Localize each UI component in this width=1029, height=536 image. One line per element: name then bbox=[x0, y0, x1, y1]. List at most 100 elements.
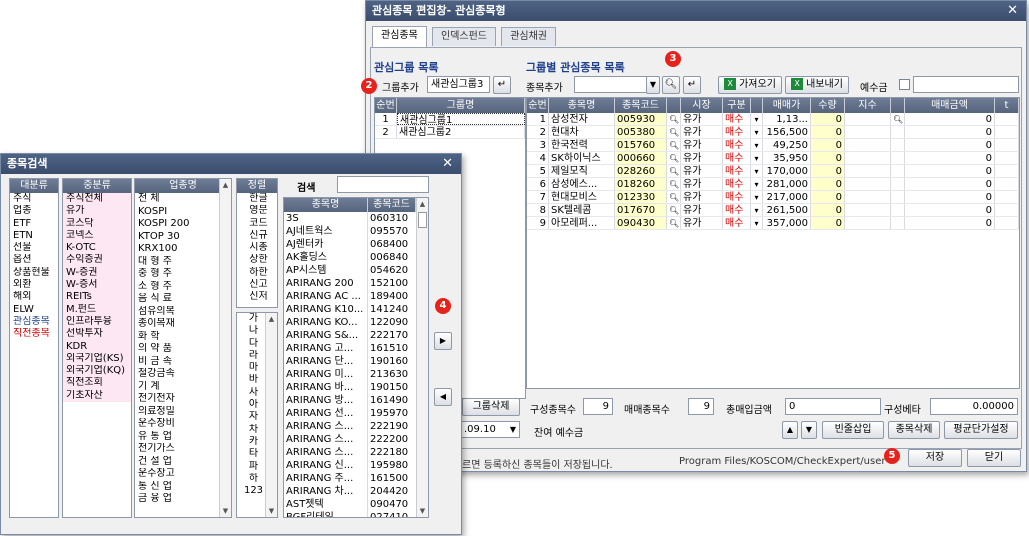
list-item[interactable]: 주식전체 bbox=[63, 193, 131, 206]
search-icon[interactable]: 🔍︎ bbox=[667, 152, 681, 164]
table-row[interactable]: ARIRANG 미... 213630 bbox=[284, 368, 428, 381]
chevron-down-icon[interactable]: ▾ bbox=[751, 139, 763, 151]
add-to-group-button[interactable]: ▶ bbox=[434, 332, 452, 350]
list-item[interactable]: 전기전자 bbox=[135, 393, 220, 406]
search-icon[interactable]: 🔍︎ bbox=[667, 217, 681, 229]
stock-index[interactable] bbox=[845, 178, 891, 190]
search-icon[interactable]: 🔍︎ bbox=[667, 165, 681, 177]
stock-search-button[interactable]: 🔍︎ bbox=[662, 76, 680, 94]
stock-dropdown-button[interactable]: ▼ bbox=[646, 76, 660, 94]
list-item[interactable]: 영문 bbox=[237, 205, 277, 217]
list-item[interactable]: 코드 bbox=[237, 218, 277, 230]
list-item[interactable]: 나 bbox=[237, 325, 267, 337]
list-item[interactable]: 기 계 bbox=[135, 381, 220, 394]
list-item[interactable]: 화 학 bbox=[135, 331, 220, 344]
result-scrollbar[interactable]: ▲ ▼ bbox=[416, 198, 428, 517]
table-row[interactable]: ARIRANG 방... 161490 bbox=[284, 394, 428, 407]
stock-index[interactable] bbox=[845, 113, 891, 125]
stock-code[interactable]: 005380 bbox=[615, 126, 667, 138]
close-icon[interactable]: ✕ bbox=[442, 154, 453, 174]
blank-insert-button[interactable]: 빈줄삽입 bbox=[822, 421, 884, 439]
search-icon[interactable]: 🔍︎ bbox=[667, 113, 681, 125]
list-item[interactable]: 타 bbox=[237, 448, 267, 460]
list-item[interactable]: 주식 bbox=[10, 193, 58, 205]
chevron-down-icon[interactable]: ▾ bbox=[751, 165, 763, 177]
list-item[interactable]: 하 bbox=[237, 473, 267, 485]
tab-bond[interactable]: 관심채권 bbox=[501, 27, 556, 46]
export-button[interactable]: X 내보내기 bbox=[785, 76, 849, 94]
chevron-down-icon[interactable]: ▾ bbox=[751, 113, 763, 125]
list-item[interactable]: 인프라투융 bbox=[63, 315, 131, 329]
search-icon[interactable] bbox=[891, 217, 905, 229]
list-item[interactable]: 의료정밀 bbox=[135, 406, 220, 419]
list-item[interactable]: 선물 bbox=[10, 242, 58, 254]
stock-code[interactable]: 018260 bbox=[615, 178, 667, 190]
list-item[interactable]: 아 bbox=[237, 399, 267, 411]
chevron-down-icon[interactable]: ▾ bbox=[751, 217, 763, 229]
deposit-checkbox[interactable] bbox=[899, 79, 910, 90]
kana-scrollbar[interactable]: ▲ ▼ bbox=[265, 313, 277, 517]
table-row[interactable]: ARIRANG 주... 161500 bbox=[284, 472, 428, 485]
stock-price[interactable]: 261,500 bbox=[763, 204, 811, 216]
table-row[interactable]: ARIRANG 스... 222180 bbox=[284, 446, 428, 459]
table-row[interactable]: ARIRANG AC ... 189400 bbox=[284, 290, 428, 303]
stock-code[interactable]: 017670 bbox=[615, 204, 667, 216]
date-select[interactable]: .09.10 ▼ bbox=[460, 421, 520, 438]
stock-type[interactable]: 매수 bbox=[723, 165, 751, 177]
table-row[interactable]: ARIRANG 바... 190150 bbox=[284, 381, 428, 394]
list-item[interactable]: 하한 bbox=[237, 267, 277, 279]
stock-qty[interactable]: 0 bbox=[811, 126, 845, 138]
chevron-down-icon[interactable]: ▾ bbox=[751, 178, 763, 190]
search-icon[interactable] bbox=[891, 139, 905, 151]
avg-price-button[interactable]: 평균단가설정 bbox=[944, 421, 1018, 439]
list-item[interactable]: ETF bbox=[10, 218, 58, 230]
list-item[interactable]: 외국기업(KS) bbox=[63, 352, 131, 366]
save-button[interactable]: 저장 bbox=[908, 449, 962, 467]
enter-button[interactable]: ↵ bbox=[493, 76, 511, 94]
list-item[interactable]: 종이목재 bbox=[135, 318, 220, 331]
list-item[interactable]: 운수장비 bbox=[135, 418, 220, 431]
table-row[interactable]: 7 현대모비스 012330 🔍︎ 유가 매수 ▾ 217,000 0 0 bbox=[527, 191, 1019, 204]
stock-type[interactable]: 매수 bbox=[723, 191, 751, 203]
table-row[interactable]: ARIRANG 고... 161510 bbox=[284, 342, 428, 355]
stock-index[interactable] bbox=[845, 217, 891, 229]
chevron-down-icon[interactable]: ▾ bbox=[751, 152, 763, 164]
table-row[interactable]: 9 아모레퍼... 090430 🔍︎ 유가 매수 ▾ 357,000 0 0 bbox=[527, 217, 1019, 230]
list-item[interactable]: ETN bbox=[10, 230, 58, 242]
table-row[interactable]: AP시스템 054620 bbox=[284, 264, 428, 277]
stock-price[interactable]: 170,000 bbox=[763, 165, 811, 177]
stock-price[interactable]: 281,000 bbox=[763, 178, 811, 190]
stock-delete-button[interactable]: 종목삭제 bbox=[888, 421, 940, 439]
list-item[interactable]: W-증권 bbox=[63, 266, 131, 280]
stock-index[interactable] bbox=[845, 191, 891, 203]
list-item[interactable]: 자 bbox=[237, 411, 267, 423]
stock-code[interactable]: 028260 bbox=[615, 165, 667, 177]
search-icon[interactable] bbox=[891, 126, 905, 138]
list-item[interactable]: 신고 bbox=[237, 279, 277, 291]
table-row[interactable]: BGF리테일 027410 bbox=[284, 511, 428, 517]
list-item[interactable]: 파 bbox=[237, 461, 267, 473]
table-row[interactable]: 4 SK하이닉스 000660 🔍︎ 유가 매수 ▾ 35,950 0 0 bbox=[527, 152, 1019, 165]
list-item[interactable]: 유 통 업 bbox=[135, 431, 220, 444]
stock-qty[interactable]: 0 bbox=[811, 204, 845, 216]
list-item[interactable]: 업종 bbox=[10, 205, 58, 217]
table-row[interactable]: AJ렌터카 068400 bbox=[284, 238, 428, 251]
stock-price[interactable]: 35,950 bbox=[763, 152, 811, 164]
list-item[interactable]: KRX100 bbox=[135, 243, 220, 256]
stock-code[interactable]: 000660 bbox=[615, 152, 667, 164]
list-item[interactable]: 옵션 bbox=[10, 254, 58, 266]
move-up-button[interactable]: ▲ bbox=[782, 421, 798, 439]
list-item[interactable]: 금 융 업 bbox=[135, 493, 220, 506]
search-icon[interactable] bbox=[891, 178, 905, 190]
stock-search-input[interactable] bbox=[574, 76, 654, 93]
list-item[interactable]: 수익증권 bbox=[63, 254, 131, 267]
list-item[interactable]: 건 설 업 bbox=[135, 456, 220, 469]
search-icon[interactable]: 🔍︎ bbox=[667, 178, 681, 190]
stock-qty[interactable]: 0 bbox=[811, 139, 845, 151]
stock-qty[interactable]: 0 bbox=[811, 152, 845, 164]
table-row[interactable]: ARIRANG 단... 190160 bbox=[284, 355, 428, 368]
list-item[interactable]: 사 bbox=[237, 387, 267, 399]
table-row[interactable]: 2 현대차 005380 🔍︎ 유가 매수 ▾ 156,500 0 0 bbox=[527, 126, 1019, 139]
scroll-up-icon[interactable]: ▲ bbox=[266, 313, 277, 325]
stock-code[interactable]: 015760 bbox=[615, 139, 667, 151]
